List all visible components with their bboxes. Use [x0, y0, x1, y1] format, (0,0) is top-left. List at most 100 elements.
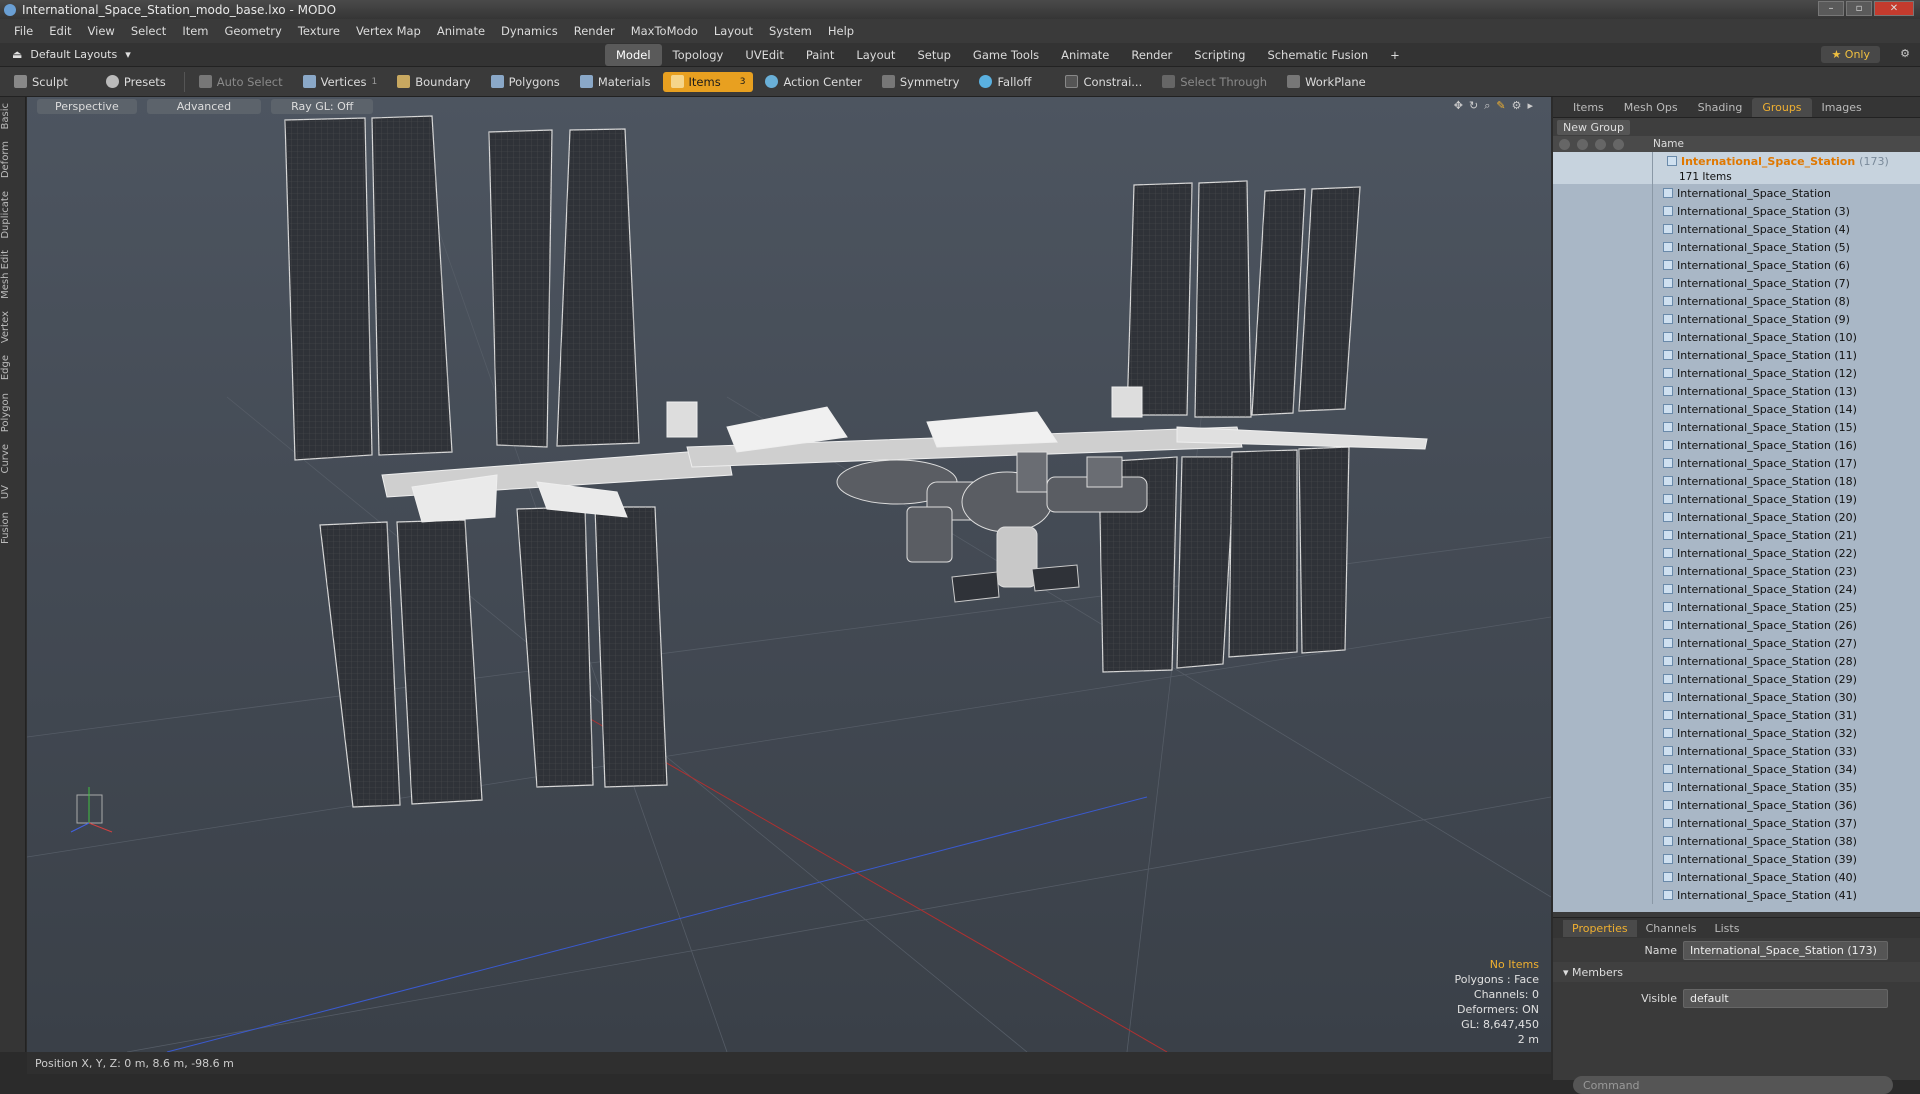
- gear-icon[interactable]: ⚙: [1512, 99, 1522, 113]
- boundary-button[interactable]: Boundary: [389, 72, 478, 92]
- list-item[interactable]: International_Space_Station (13): [1553, 382, 1920, 400]
- menu-item-edit[interactable]: Edit: [41, 24, 79, 38]
- list-item[interactable]: International_Space_Station (22): [1553, 544, 1920, 562]
- list-item[interactable]: International_Space_Station (21): [1553, 526, 1920, 544]
- command-input[interactable]: Command: [1573, 1076, 1893, 1094]
- props-tab-channels[interactable]: Channels: [1637, 920, 1706, 937]
- list-item[interactable]: International_Space_Station (18): [1553, 472, 1920, 490]
- list-item[interactable]: International_Space_Station (19): [1553, 490, 1920, 508]
- list-item[interactable]: International_Space_Station (11): [1553, 346, 1920, 364]
- action-center-button[interactable]: Action Center: [757, 72, 869, 92]
- menu-item-item[interactable]: Item: [174, 24, 216, 38]
- right-tab-images[interactable]: Images: [1812, 98, 1872, 117]
- minimize-button[interactable]: –: [1818, 1, 1844, 16]
- list-item[interactable]: International_Space_Station (15): [1553, 418, 1920, 436]
- menu-item-geometry[interactable]: Geometry: [217, 24, 290, 38]
- tab-paint[interactable]: Paint: [795, 44, 845, 66]
- menu-item-layout[interactable]: Layout: [706, 24, 761, 38]
- tab-topology[interactable]: Topology: [662, 44, 735, 66]
- right-tab-groups[interactable]: Groups: [1752, 97, 1812, 117]
- menu-item-render[interactable]: Render: [566, 24, 623, 38]
- list-item[interactable]: International_Space_Station (34): [1553, 760, 1920, 778]
- menu-item-maxtomodo[interactable]: MaxToModo: [623, 24, 706, 38]
- right-tab-items[interactable]: Items: [1563, 98, 1614, 117]
- list-item[interactable]: International_Space_Station (6): [1553, 256, 1920, 274]
- list-item[interactable]: International_Space_Station (20): [1553, 508, 1920, 526]
- 3d-viewport[interactable]: Perspective Advanced Ray GL: Off ✥ ↻ ⌕ ✎…: [27, 97, 1551, 1052]
- name-field[interactable]: International_Space_Station (173): [1683, 940, 1888, 960]
- list-item[interactable]: International_Space_Station (41): [1553, 886, 1920, 904]
- props-tab-lists[interactable]: Lists: [1706, 920, 1749, 937]
- eye-icon[interactable]: [1559, 138, 1570, 150]
- pencil-icon[interactable]: ✎: [1496, 99, 1505, 113]
- list-item[interactable]: International_Space_Station (27): [1553, 634, 1920, 652]
- list-item[interactable]: International_Space_Station (12): [1553, 364, 1920, 382]
- left-tab-curve[interactable]: Curve: [0, 438, 26, 480]
- list-item[interactable]: International_Space_Station (30): [1553, 688, 1920, 706]
- maximize-button[interactable]: ▫: [1846, 1, 1872, 16]
- menu-item-select[interactable]: Select: [123, 24, 174, 38]
- close-button[interactable]: ✕: [1874, 1, 1914, 16]
- left-tab-uv[interactable]: UV: [0, 479, 26, 505]
- list-item[interactable]: International_Space_Station (25): [1553, 598, 1920, 616]
- tab-uvedit[interactable]: UVEdit: [734, 44, 795, 66]
- left-tab-polygon[interactable]: Polygon: [0, 387, 26, 438]
- lock-icon[interactable]: [1577, 138, 1588, 150]
- rotate-view-icon[interactable]: ↻: [1469, 99, 1478, 113]
- visible-dropdown[interactable]: default: [1683, 988, 1888, 1008]
- polygons-button[interactable]: Polygons: [483, 72, 568, 92]
- list-item[interactable]: International_Space_Station (5): [1553, 238, 1920, 256]
- materials-button[interactable]: Materials: [572, 72, 659, 92]
- list-item[interactable]: International_Space_Station (35): [1553, 778, 1920, 796]
- gear-icon[interactable]: ⚙: [1900, 47, 1910, 60]
- tab-scripting[interactable]: Scripting: [1183, 44, 1256, 66]
- tab-model[interactable]: Model: [605, 44, 662, 66]
- zoom-view-icon[interactable]: ⌕: [1484, 99, 1490, 113]
- list-item[interactable]: International_Space_Station (10): [1553, 328, 1920, 346]
- menu-item-help[interactable]: Help: [820, 24, 862, 38]
- members-section[interactable]: ▾ Members: [1553, 962, 1920, 982]
- list-item[interactable]: International_Space_Station (9): [1553, 310, 1920, 328]
- list-item[interactable]: International_Space_Station (7): [1553, 274, 1920, 292]
- tab-animate[interactable]: Animate: [1050, 44, 1120, 66]
- left-tab-basic[interactable]: Basic: [0, 97, 26, 135]
- sculpt-button[interactable]: Sculpt: [6, 72, 76, 92]
- tab-schematic-fusion[interactable]: Schematic Fusion: [1256, 44, 1379, 66]
- menu-item-system[interactable]: System: [761, 24, 820, 38]
- menu-item-animate[interactable]: Animate: [429, 24, 493, 38]
- groups-list[interactable]: International_Space_Station (173) 171 It…: [1553, 152, 1920, 912]
- menu-item-dynamics[interactable]: Dynamics: [493, 24, 566, 38]
- list-item[interactable]: International_Space_Station (17): [1553, 454, 1920, 472]
- move-view-icon[interactable]: ✥: [1454, 99, 1463, 113]
- add-tab-icon[interactable]: +: [1379, 44, 1411, 66]
- left-tab-edge[interactable]: Edge: [0, 349, 26, 386]
- list-item[interactable]: International_Space_Station (29): [1553, 670, 1920, 688]
- items-button[interactable]: Items 3: [662, 71, 754, 92]
- select-icon[interactable]: [1613, 138, 1624, 150]
- falloff-button[interactable]: Falloff: [971, 72, 1039, 92]
- list-item[interactable]: International_Space_Station (24): [1553, 580, 1920, 598]
- list-item[interactable]: International_Space_Station (16): [1553, 436, 1920, 454]
- auto-select-button[interactable]: Auto Select: [191, 72, 291, 92]
- tab-layout[interactable]: Layout: [845, 44, 906, 66]
- left-tab-deform[interactable]: Deform: [0, 135, 26, 184]
- list-item[interactable]: International_Space_Station (28): [1553, 652, 1920, 670]
- play-icon[interactable]: ▸: [1527, 99, 1533, 113]
- list-item[interactable]: International_Space_Station (33): [1553, 742, 1920, 760]
- list-item[interactable]: International_Space_Station (14): [1553, 400, 1920, 418]
- menu-item-vertex-map[interactable]: Vertex Map: [348, 24, 429, 38]
- list-item[interactable]: International_Space_Station (3): [1553, 202, 1920, 220]
- layout-dropdown[interactable]: ⏏ Default Layouts ▾: [12, 48, 131, 61]
- tab-render[interactable]: Render: [1120, 44, 1183, 66]
- left-tab-duplicate[interactable]: Duplicate: [0, 185, 26, 245]
- constraints-button[interactable]: Constrai...: [1057, 72, 1150, 92]
- left-tab-vertex[interactable]: Vertex: [0, 305, 26, 349]
- right-tab-mesh-ops[interactable]: Mesh Ops: [1614, 98, 1688, 117]
- menu-item-file[interactable]: File: [6, 24, 41, 38]
- menu-item-view[interactable]: View: [80, 24, 123, 38]
- left-tab-mesh-edit[interactable]: Mesh Edit: [0, 244, 26, 305]
- raygl-button[interactable]: Ray GL: Off: [271, 98, 374, 114]
- list-item[interactable]: International_Space_Station (4): [1553, 220, 1920, 238]
- left-tab-fusion[interactable]: Fusion: [0, 506, 26, 550]
- list-item[interactable]: International_Space_Station (38): [1553, 832, 1920, 850]
